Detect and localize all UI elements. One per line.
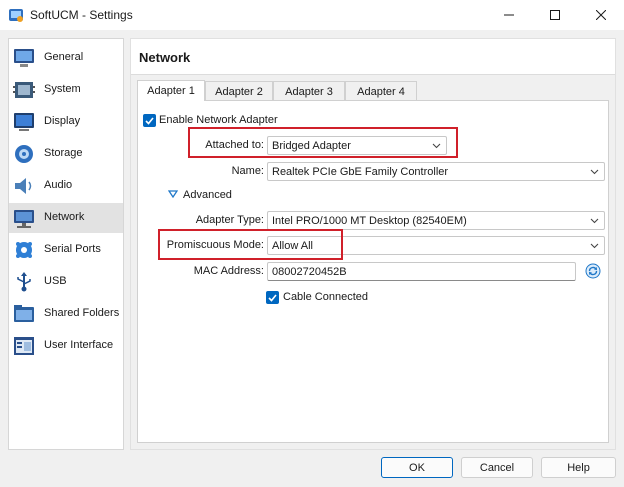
sidebar-item-label: General: [44, 51, 84, 63]
adapter-panel: Enable Network Adapter Attached to: Brid…: [137, 100, 609, 443]
enable-adapter-label: Enable Network Adapter: [159, 114, 278, 126]
checkmark-icon: [145, 116, 154, 125]
sidebar-item-label: Network: [44, 211, 85, 223]
sidebar-item-storage[interactable]: Storage: [9, 139, 123, 169]
maximize-icon: [550, 10, 560, 20]
page-header: Network: [131, 39, 615, 75]
highlight-promiscuous-mode: [158, 229, 343, 260]
enable-adapter-checkbox[interactable]: [143, 114, 156, 127]
name-label: Name:: [231, 165, 264, 177]
chevron-down-icon: [590, 218, 599, 224]
sidebar-item-system[interactable]: System: [9, 75, 123, 105]
tab-adapter-1[interactable]: Adapter 1: [137, 80, 205, 101]
network-icon: [14, 210, 34, 228]
sidebar-item-serial-ports[interactable]: Serial Ports: [9, 235, 123, 265]
sidebar-item-label: Shared Folders: [44, 307, 120, 319]
sidebar-item-label: Serial Ports: [44, 243, 101, 255]
adapter-type-label: Adapter Type:: [195, 214, 264, 226]
chevron-down-icon: [590, 169, 599, 175]
refresh-mac-icon[interactable]: [585, 263, 601, 279]
help-button[interactable]: Help: [541, 457, 616, 478]
adapter-type-value: Intel PRO/1000 MT Desktop (82540EM): [272, 215, 467, 227]
sidebar-item-usb[interactable]: USB: [9, 267, 123, 297]
minimize-button[interactable]: [486, 0, 532, 30]
ok-button[interactable]: OK: [381, 457, 453, 478]
sidebar-item-label: USB: [44, 275, 67, 287]
tab-adapter-4[interactable]: Adapter 4: [345, 81, 417, 101]
adapter-name-value: Realtek PCIe GbE Family Controller: [272, 166, 449, 178]
cancel-button[interactable]: Cancel: [461, 457, 533, 478]
sidebar-item-label: Storage: [44, 147, 83, 159]
window-title: SoftUCM - Settings: [30, 8, 133, 22]
cable-connected-checkbox[interactable]: [266, 291, 279, 304]
user-interface-icon: [14, 337, 34, 355]
audio-icon: [15, 178, 32, 194]
general-icon: [14, 49, 34, 67]
close-button[interactable]: [578, 0, 624, 30]
sidebar-item-display[interactable]: Display: [9, 107, 123, 137]
minimize-icon: [504, 14, 514, 16]
sidebar-item-general[interactable]: General: [9, 43, 123, 73]
close-icon: [596, 10, 606, 20]
maximize-button[interactable]: [532, 0, 578, 30]
advanced-toggle-label[interactable]: Advanced: [183, 189, 232, 201]
system-icon: [13, 82, 35, 98]
expand-advanced-icon[interactable]: [168, 190, 178, 198]
highlight-attached-to: [188, 127, 458, 158]
settings-sidebar: General System Display Storage Audio Net…: [8, 38, 124, 450]
chevron-down-icon: [590, 243, 599, 249]
display-icon: [14, 113, 34, 131]
mac-address-field[interactable]: 08002720452B: [267, 262, 576, 281]
adapter-type-select[interactable]: Intel PRO/1000 MT Desktop (82540EM): [267, 211, 605, 230]
sidebar-item-label: System: [44, 83, 81, 95]
sidebar-item-audio[interactable]: Audio: [9, 171, 123, 201]
sidebar-item-shared-folders[interactable]: Shared Folders: [9, 299, 123, 329]
mac-address-label: MAC Address:: [193, 265, 264, 277]
tab-adapter-2[interactable]: Adapter 2: [205, 81, 273, 101]
app-icon: [8, 7, 24, 23]
sidebar-item-label: Audio: [44, 179, 73, 191]
mac-address-value: 08002720452B: [272, 266, 347, 278]
tab-adapter-3[interactable]: Adapter 3: [273, 81, 345, 101]
shared-folders-icon: [14, 305, 34, 322]
title-bar: SoftUCM - Settings: [0, 0, 624, 30]
page-title: Network: [139, 50, 191, 65]
sidebar-item-label: Display: [44, 115, 81, 127]
adapter-name-select[interactable]: Realtek PCIe GbE Family Controller: [267, 162, 605, 181]
sidebar-item-user-interface[interactable]: User Interface: [9, 331, 123, 361]
settings-content: Network Adapter 1 Adapter 2 Adapter 3 Ad…: [130, 38, 616, 450]
sidebar-item-label: User Interface: [44, 339, 114, 351]
sidebar-item-network[interactable]: Network: [9, 203, 123, 233]
usb-icon: [17, 272, 31, 292]
serial-ports-icon: [16, 242, 32, 258]
checkmark-icon: [268, 293, 277, 302]
storage-icon: [15, 145, 33, 163]
cable-connected-label: Cable Connected: [283, 291, 369, 303]
